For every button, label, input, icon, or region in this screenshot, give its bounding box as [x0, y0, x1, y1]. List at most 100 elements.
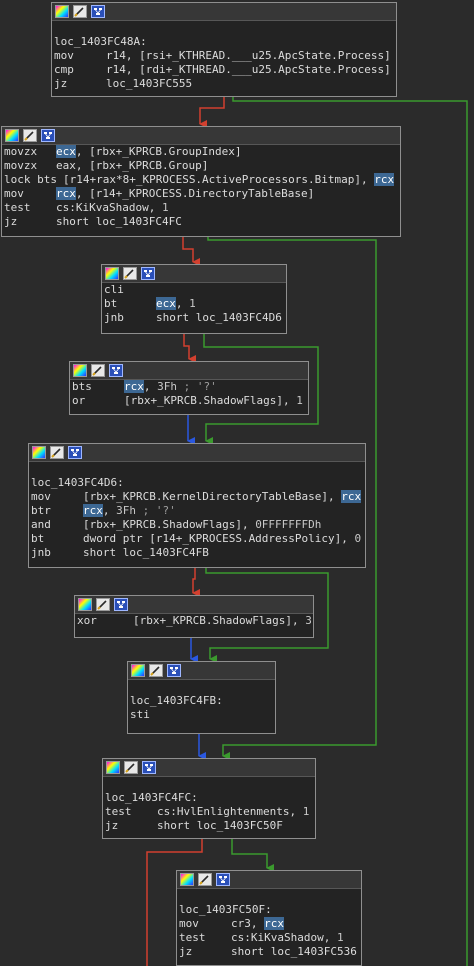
node-loc-1403fc4d6[interactable]: loc_1403FC4D6: mov [rbx+_KPRCB.KernelDirec… — [28, 443, 366, 568]
rename-icon[interactable] — [124, 761, 138, 774]
operands: ecx, 1 — [156, 297, 196, 310]
graph-overview-icon[interactable] — [141, 267, 155, 280]
rename-icon[interactable] — [96, 598, 110, 611]
node-loc-1403fc48a[interactable]: loc_1403FC48A: mov r14, [rsi+_KTHREAD.___u… — [51, 2, 397, 97]
immediate-value: 0FFFFFFFDh — [255, 518, 322, 531]
color-swatch-icon[interactable] — [105, 267, 119, 280]
rename-icon[interactable] — [73, 5, 87, 18]
code-label[interactable]: loc_1403FC48A: — [54, 35, 394, 49]
operands: [r14+rax*8+_KPROCESS.ActiveProcessors.Bi… — [63, 173, 395, 186]
graph-overview-icon[interactable] — [91, 5, 105, 18]
instruction-line[interactable]: xor [rbx+_KPRCB.ShadowFlags], 3 — [77, 614, 312, 628]
graph-overview-icon[interactable] — [41, 129, 55, 142]
rename-icon[interactable] — [91, 364, 105, 377]
highlighted-register[interactable]: rcx — [83, 504, 103, 517]
instruction-line[interactable]: mov [rbx+_KPRCB.KernelDirectoryTableBase]… — [31, 490, 363, 504]
graph-overview-icon[interactable] — [167, 664, 181, 677]
code-label[interactable]: loc_1403FC4FC: — [105, 791, 313, 805]
instruction-line[interactable]: bt dword ptr [r14+_KPROCESS.AddressPolicy… — [31, 532, 363, 546]
instruction-line[interactable]: jz short loc_1403FC4FC — [4, 215, 398, 229]
highlighted-register[interactable]: rcx — [341, 490, 362, 503]
highlighted-register[interactable]: ecx — [56, 145, 76, 158]
instruction-line[interactable]: cmp r14, [rdi+_KTHREAD.___u25.ApcState.Pr… — [54, 63, 394, 77]
graph-overview-icon[interactable] — [114, 598, 128, 611]
instruction-line[interactable]: bt ecx, 1 — [104, 297, 284, 311]
code-label[interactable]: loc_1403FC4D6: — [31, 476, 363, 490]
instruction-line[interactable]: bts rcx, 3Fh ; '?' — [72, 380, 306, 394]
instruction-line[interactable]: or [rbx+_KPRCB.ShadowFlags], 1 — [72, 394, 306, 408]
node-body: loc_1403FC4FB: sti — [128, 680, 275, 722]
node-body: cli bt ecx, 1 jnb short loc_1403FC4D6 — [102, 283, 286, 325]
node-bts[interactable]: bts rcx, 3Fh ; '?' or [rbx+_KPRCB.ShadowFla… — [69, 361, 309, 415]
instruction-line[interactable]: movzx eax, [rbx+_KPRCB.Group] — [4, 159, 398, 173]
instruction-line[interactable]: and [rbx+_KPRCB.ShadowFlags], 0FFFFFFFDh — [31, 518, 363, 532]
operand-text: dword ptr [r14+_KPROCESS.AddressPolicy], — [83, 532, 355, 545]
rename-icon[interactable] — [50, 446, 64, 459]
node-loc-1403fc4fb[interactable]: loc_1403FC4FB: sti — [127, 661, 276, 734]
graph-overview-icon[interactable] — [109, 364, 123, 377]
highlighted-register[interactable]: rcx — [264, 917, 284, 930]
instruction-line[interactable]: mov rcx, [r14+_KPROCESS.DirectoryTableBas… — [4, 187, 398, 201]
instruction-line[interactable]: sti — [130, 708, 273, 722]
instruction-line[interactable]: cli — [104, 283, 284, 297]
operand-text: short loc_1403FC4FB — [83, 546, 209, 559]
color-swatch-icon[interactable] — [78, 598, 92, 611]
node-toolbar — [70, 362, 308, 380]
node-loc-1403fc50f[interactable]: loc_1403FC50F: mov cr3, rcx test cs:KiKvaSha… — [176, 870, 362, 966]
color-swatch-icon[interactable] — [73, 364, 87, 377]
edge-false-cli-to-bts — [183, 333, 196, 363]
instruction-line[interactable]: mov r14, [rsi+_KTHREAD.___u25.ApcState.Pr… — [54, 49, 394, 63]
operand-text: , — [143, 380, 158, 393]
immediate-value: 3 — [305, 614, 312, 627]
instruction-line[interactable]: lock bts [r14+rax*8+_KPROCESS.ActiveProce… — [4, 173, 398, 187]
instruction-line[interactable]: test cs:HvlEnlightenments, 1 — [105, 805, 313, 819]
color-swatch-icon[interactable] — [5, 129, 19, 142]
graph-overview-icon[interactable] — [142, 761, 156, 774]
node-xor[interactable]: xor [rbx+_KPRCB.ShadowFlags], 3 — [74, 595, 314, 638]
rename-icon[interactable] — [198, 873, 212, 886]
highlighted-register[interactable]: rcx — [56, 187, 76, 200]
instruction-line[interactable]: jnb short loc_1403FC4D6 — [104, 311, 284, 325]
color-swatch-icon[interactable] — [32, 446, 46, 459]
operand-text: , [r14+_KPROCESS.DirectoryTableBase] — [75, 187, 315, 200]
instruction-line[interactable]: jz short loc_1403FC50F — [105, 819, 313, 833]
operand-text: , — [175, 297, 190, 310]
mnemonic: jnb — [104, 311, 124, 324]
color-swatch-icon[interactable] — [106, 761, 120, 774]
node-cli[interactable]: cli bt ecx, 1 jnb short loc_1403FC4D6 — [101, 264, 287, 334]
rename-icon[interactable] — [123, 267, 137, 280]
graph-overview-icon[interactable] — [216, 873, 230, 886]
rename-icon[interactable] — [23, 129, 37, 142]
color-swatch-icon[interactable] — [180, 873, 194, 886]
color-swatch-icon[interactable] — [131, 664, 145, 677]
node-loc-1403fc4fc[interactable]: loc_1403FC4FC: test cs:HvlEnlightenments, … — [102, 758, 316, 839]
node-body: movzx ecx, [rbx+_KPRCB.GroupIndex] movzx ea… — [2, 145, 400, 229]
instruction-line[interactable]: btr rcx, 3Fh ; '?' — [31, 504, 363, 518]
node-body: loc_1403FC50F: mov cr3, rcx test cs:KiKvaSha… — [177, 889, 361, 959]
mnemonic: jz — [105, 819, 119, 832]
instruction-line[interactable]: jnb short loc_1403FC4FB — [31, 546, 363, 560]
rename-icon[interactable] — [149, 664, 163, 677]
operands: eax, [rbx+_KPRCB.Group] — [56, 159, 208, 172]
highlighted-register[interactable]: rcx — [374, 173, 395, 186]
color-swatch-icon[interactable] — [55, 5, 69, 18]
mnemonic: mov — [4, 187, 24, 200]
highlighted-register[interactable]: ecx — [156, 297, 176, 310]
node-toolbar — [128, 662, 275, 680]
operand-text: cs:KiKvaShadow, — [56, 201, 162, 214]
instruction-line[interactable]: test cs:KiKvaShadow, 1 — [4, 201, 398, 215]
operand-text: [rbx+_KPRCB.ShadowFlags], — [124, 394, 297, 407]
code-label[interactable]: loc_1403FC50F: — [179, 903, 359, 917]
instruction-line[interactable]: mov cr3, rcx — [179, 917, 359, 931]
instruction-line[interactable]: movzx ecx, [rbx+_KPRCB.GroupIndex] — [4, 145, 398, 159]
instruction-line[interactable]: jz loc_1403FC555 — [54, 77, 394, 91]
graph-overview-icon[interactable] — [68, 446, 82, 459]
node-groupindex[interactable]: movzx ecx, [rbx+_KPRCB.GroupIndex] movzx ea… — [1, 126, 401, 237]
mnemonic: lock bts — [4, 173, 57, 186]
mnemonic: mov — [54, 49, 74, 62]
highlighted-register[interactable]: rcx — [124, 380, 144, 393]
instruction-line[interactable]: test cs:KiKvaShadow, 1 — [179, 931, 359, 945]
instruction-line[interactable]: jz short loc_1403FC536 — [179, 945, 359, 959]
code-label[interactable]: loc_1403FC4FB: — [130, 694, 273, 708]
